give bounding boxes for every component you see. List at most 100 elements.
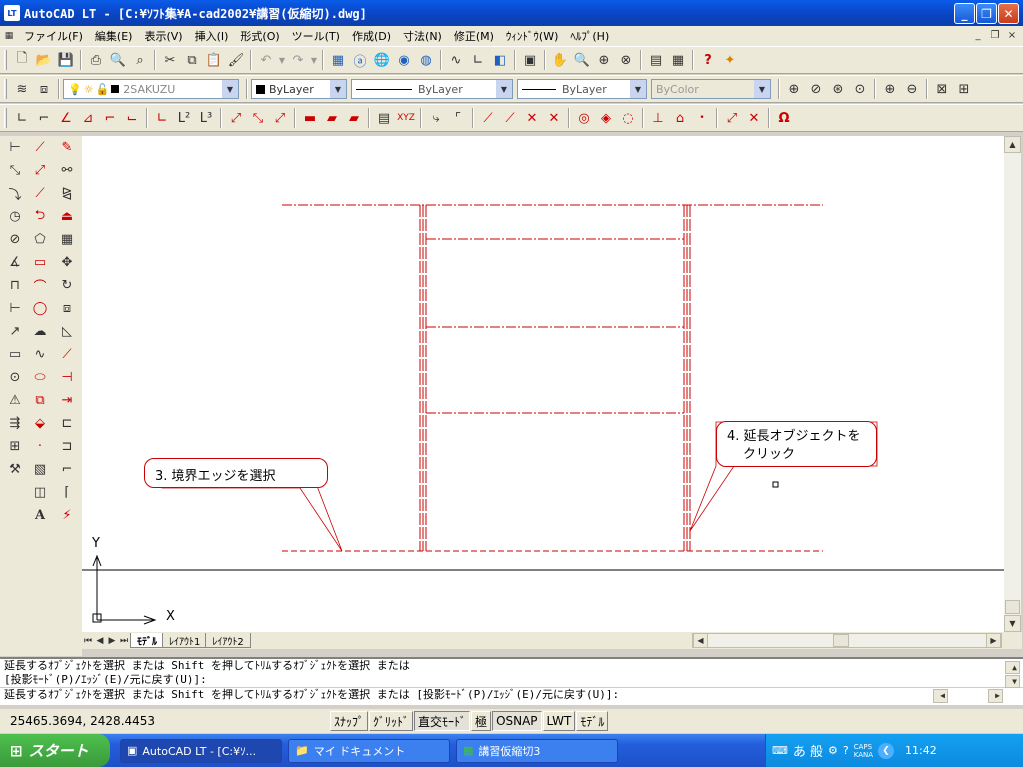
help-icon[interactable]: ?	[697, 49, 719, 71]
ortho-toggle[interactable]: 直交ﾓｰﾄﾞ	[414, 711, 471, 731]
extend-icon[interactable]: ⇥	[54, 389, 80, 412]
layer-previous-icon[interactable]: ⧈	[33, 78, 55, 100]
globe-icon[interactable]: ◍	[415, 49, 437, 71]
zoom-previous-icon[interactable]: ⊗	[615, 49, 637, 71]
zoom-out-icon[interactable]: ⊖	[901, 78, 923, 100]
preview-icon[interactable]: 🔍	[107, 49, 129, 71]
centermark-icon[interactable]: ⊙	[2, 366, 28, 389]
menu-insert[interactable]: 挿入(I)	[189, 28, 235, 44]
dimupdate-icon[interactable]: ⊞	[2, 435, 28, 458]
command-prompt[interactable]: 延長するｵﾌﾞｼﾞｪｸﾄを選択 または Shift を押してﾄﾘﾑするｵﾌﾞｼﾞ…	[0, 687, 1023, 701]
close-icon[interactable]: ✕	[998, 3, 1019, 24]
zoom-dynamic-icon[interactable]: ⊘	[805, 78, 827, 100]
zoom-center-icon[interactable]: ⊙	[849, 78, 871, 100]
menu-format[interactable]: 形式(O)	[234, 28, 285, 44]
dim-leader-icon[interactable]: L³	[195, 107, 217, 129]
scroll-down-icon[interactable]: ▼	[1004, 615, 1021, 632]
dimedit-icon[interactable]: ⚠	[2, 389, 28, 412]
zoom-scale-icon[interactable]: ⊛	[827, 78, 849, 100]
cmd-scroll-left-icon[interactable]: ◀	[933, 689, 948, 703]
color-combo[interactable]: ByLayer ▼	[251, 79, 347, 99]
task-my-documents[interactable]: 📁 マイ ドキュメント	[288, 738, 450, 763]
revcloud-icon[interactable]: ☁	[27, 320, 53, 343]
layer-manager-icon[interactable]: ≋	[11, 78, 33, 100]
keyboard-icon[interactable]: ⌨	[772, 744, 788, 757]
command-window[interactable]: 延長するｵﾌﾞｼﾞｪｸﾄを選択 または Shift を押してﾄﾘﾑするｵﾌﾞｼﾞ…	[0, 657, 1023, 705]
scroll-up-icon[interactable]: ▲	[1004, 136, 1021, 153]
explode-icon[interactable]: ⚡	[54, 504, 80, 527]
osnap-intersection-icon[interactable]: ✕	[521, 107, 543, 129]
qleader-icon[interactable]: ↗	[2, 320, 28, 343]
osnap-temp-icon[interactable]: ⤷	[425, 107, 447, 129]
dim-edit-icon[interactable]: ⤢	[269, 107, 291, 129]
dimangular-icon[interactable]: ∡	[2, 251, 28, 274]
snap-toggle[interactable]: ｽﾅｯﾌﾟ	[330, 711, 369, 731]
osnap-insert-icon[interactable]: ⌂	[669, 107, 691, 129]
minimize-icon[interactable]: _	[954, 3, 975, 24]
vertical-scrollbar[interactable]: ▲ ▼	[1004, 136, 1021, 632]
zoom-in-icon[interactable]: ⊕	[879, 78, 901, 100]
coordinates-readout[interactable]: 25465.3694, 2428.4453	[0, 714, 330, 728]
app-icon[interactable]: LT	[4, 5, 20, 21]
browse-icon[interactable]: ◉	[393, 49, 415, 71]
pline-icon[interactable]: ⟋	[27, 182, 53, 205]
start-button[interactable]: ⊞ スタート	[0, 734, 110, 767]
rectangle-icon[interactable]: ▭	[27, 251, 53, 274]
undo-dropdown-icon[interactable]: ▼	[277, 49, 287, 71]
tab-layout1[interactable]: ﾚｲｱｳﾄ1	[162, 633, 208, 648]
polygon2-icon[interactable]: ⬠	[27, 228, 53, 251]
rotate-icon[interactable]: ↻	[54, 274, 80, 297]
open-icon[interactable]: 📂	[33, 49, 55, 71]
menu-file[interactable]: ファイル(F)	[18, 28, 89, 44]
menu-window[interactable]: ｳｨﾝﾄﾞｳ(W)	[500, 28, 564, 44]
cmd-scroll-down-icon[interactable]: ▼	[1005, 675, 1020, 688]
dimbaseline-icon[interactable]: ⊓	[2, 274, 28, 297]
menu-view[interactable]: 表示(V)	[138, 28, 188, 44]
zoom-window-icon[interactable]: ⊕	[593, 49, 615, 71]
osnap-perpendicular-icon[interactable]: ⊥	[647, 107, 669, 129]
osnap-settings-icon[interactable]: Ω	[773, 107, 795, 129]
hyperlink-icon[interactable]: 🌐	[371, 49, 393, 71]
trim-icon[interactable]: ⊣	[54, 366, 80, 389]
tab-layout2[interactable]: ﾚｲｱｳﾄ2	[205, 633, 251, 648]
osnap-nearest-icon[interactable]: ⤢	[721, 107, 743, 129]
grid-toggle[interactable]: ｸﾞﾘｯﾄﾞ	[369, 711, 414, 731]
tolerance-icon[interactable]: ▭	[2, 343, 28, 366]
properties-icon[interactable]: ▣	[519, 49, 541, 71]
menu-dimension[interactable]: 寸法(N)	[397, 28, 448, 44]
copy-icon[interactable]: ⧉	[181, 49, 203, 71]
mdi-restore-icon[interactable]: ❐	[988, 28, 1002, 42]
matchprop-icon[interactable]: 🖌	[225, 49, 247, 71]
grid-icon[interactable]: ▦	[667, 49, 689, 71]
dim-angular-icon[interactable]: ⌙	[121, 107, 143, 129]
dim-tolerance-icon[interactable]: ⤢	[225, 107, 247, 129]
hscroll-thumb[interactable]	[833, 634, 849, 647]
dim-override-icon[interactable]: ▰	[343, 107, 365, 129]
menu-edit[interactable]: 編集(E)	[89, 28, 139, 44]
model-toggle[interactable]: ﾓﾃﾞﾙ	[576, 711, 609, 731]
dim-ordinate-icon[interactable]: ∠	[55, 107, 77, 129]
mirror-icon[interactable]: ⧎	[54, 182, 80, 205]
lwt-toggle[interactable]: LWT	[542, 711, 576, 731]
lengthen-icon[interactable]: ⟋	[54, 343, 80, 366]
menu-modify[interactable]: 修正(M)	[448, 28, 500, 44]
erase-icon[interactable]: ✎	[54, 136, 80, 159]
task-excel[interactable]: ▦ 講習仮縮切3	[456, 738, 618, 763]
zoom-realtime-icon[interactable]: 🔍	[571, 49, 593, 71]
internet-icon[interactable]: ⓐ	[349, 49, 371, 71]
osnap-tangent-icon[interactable]: ◌	[617, 107, 639, 129]
offset-icon[interactable]: ⏏	[54, 205, 80, 228]
stretch-icon[interactable]: ◺	[54, 320, 80, 343]
osnap-apparent-icon[interactable]: ✕	[543, 107, 565, 129]
osnap-center-icon[interactable]: ◎	[573, 107, 595, 129]
lineweight-combo[interactable]: ByLayer ▼	[517, 79, 647, 99]
zoom-all-icon[interactable]: ⊠	[931, 78, 953, 100]
spline-icon[interactable]: ∿	[27, 343, 53, 366]
zoom-window2-icon[interactable]: ⊕	[783, 78, 805, 100]
dim-radius-icon[interactable]: ⊿	[77, 107, 99, 129]
break-point-icon[interactable]: ⊏	[54, 412, 80, 435]
dim-continue-icon[interactable]: L²	[173, 107, 195, 129]
tracking-icon[interactable]: ∿	[445, 49, 467, 71]
ime-tools-icon[interactable]: ⚙	[828, 744, 838, 757]
osnap-endpoint-icon[interactable]: ⟋	[477, 107, 499, 129]
